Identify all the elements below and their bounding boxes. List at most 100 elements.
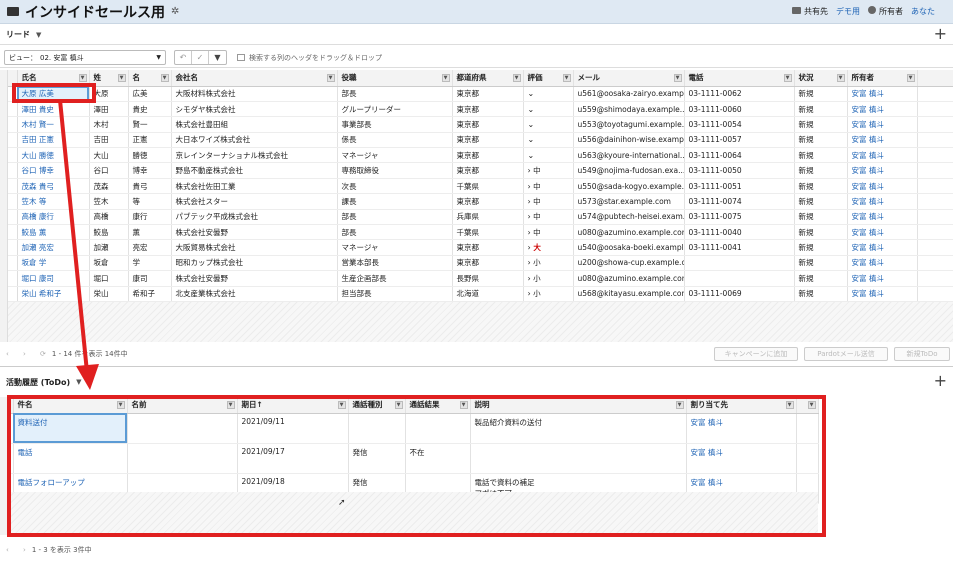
row-select-cell[interactable] [8,193,18,210]
column-header[interactable]: 名 ▼ [128,70,172,87]
owner-link[interactable]: 安富 槙斗 [847,239,918,256]
row-select-cell[interactable] [8,209,18,226]
column-header[interactable]: 役職 ▼ [337,70,453,87]
table-row[interactable]: 谷口 博幸 谷口 博幸 野島不動産株式会社 専務取締役 東京都 › 中 u549@nojima… [8,162,953,179]
lead-name-link[interactable]: 吉田 正憲 [17,132,90,149]
row-select-cell[interactable] [8,116,18,133]
owner-link[interactable]: 安富 槙斗 [847,86,918,102]
row-select-cell[interactable] [8,178,18,195]
column-header[interactable]: 都道府県 ▼ [452,70,524,87]
table-row[interactable]: 高橋 康行 高橋 康行 パブテック平成株式会社 部長 兵庫県 › 中 u574@pubtech… [8,209,953,226]
table-row[interactable]: 木村 賢一 木村 賢一 株式会社豊田組 事業部長 東京都 ⌄ u553@toyotagumi.… [8,116,953,133]
filter-icon[interactable]: ▼ [562,74,571,82]
lead-name-link[interactable]: 堀口 康司 [17,270,90,287]
table-row[interactable]: 大原 広美 大原 広美 大阪材料株式会社 部長 東京都 ⌄ u561@oosaka-zairy… [8,86,953,102]
leads-tab[interactable]: リード [6,29,30,40]
column-header[interactable]: 名前 ▼ [127,397,238,414]
owner-link[interactable]: 安富 槙斗 [847,178,918,195]
add-icon[interactable]: + [934,26,947,42]
filter-icon[interactable]: ▼ [326,74,335,82]
filter-icon[interactable]: ▼ [459,401,468,409]
filter-icon[interactable]: ▼ [160,74,169,82]
column-header[interactable]: 通話種別 ▼ [348,397,406,414]
todo-assignee-link[interactable]: 安富 槙斗 [686,443,797,474]
undo-icon[interactable]: ↶ [175,51,192,64]
filter-icon[interactable]: ▼ [785,401,794,409]
table-row[interactable]: 資料送付 2021/09/11 製品紹介資料の送付 安富 槙斗 [8,413,819,444]
filter-icon[interactable]: ▼ [117,74,126,82]
column-header[interactable]: 姓 ▼ [89,70,129,87]
todo-tab[interactable]: 活動履歴 (ToDo) [6,377,70,388]
shared-link[interactable]: デモ用 [836,6,860,17]
filter-icon[interactable]: ▼ [337,401,346,409]
lead-name-link[interactable]: 谷口 博幸 [17,162,90,179]
row-select-cell[interactable] [8,162,18,179]
filter-icon[interactable]: ▼ [807,401,816,409]
row-select-cell[interactable] [8,286,18,302]
table-row[interactable]: 鮫島 薫鮫島薫株式会社安曇野 部長 千葉県 › 中 u080@azumino.examp… [8,224,953,241]
filter-icon[interactable]: ▼ [673,74,682,82]
table-row[interactable]: 吉田 正憲 吉田 正憲 大日本ワイズ株式会社 係長 東京都 ⌄ u556@dainihon-w… [8,132,953,149]
table-row[interactable]: 加瀬 亮宏 加瀬 亮宏 大阪貿易株式会社 マネージャ 東京都 › 大 u540@oosaka-… [8,239,953,256]
filter-icon[interactable]: ▼ [78,74,87,82]
row-select-cell[interactable] [8,147,18,164]
owner-link[interactable]: 安富 槙斗 [847,132,918,149]
chevron-down-icon[interactable]: ▼ [209,51,226,64]
column-header[interactable]: 会社名 ▼ [171,70,338,87]
column-header[interactable]: 電話 ▼ [684,70,795,87]
groupby-drop-zone[interactable]: 検索する列のヘッダをドラッグ＆ドロップ [237,53,382,63]
add-to-campaign-button[interactable]: キャンペーンに追加 [714,347,798,361]
filter-icon[interactable]: ▼ [836,74,845,82]
owner-link[interactable]: 安富 槙斗 [847,162,918,179]
column-header[interactable]: 件名 ▼ [13,397,128,414]
owner-link[interactable]: 安富 槙斗 [847,101,918,118]
column-header[interactable]: 期日↑ ▼ [237,397,349,414]
lead-name-link[interactable]: 澤田 貴史 [17,101,90,118]
chevron-down-icon[interactable]: ▼ [76,378,81,386]
owner-link[interactable]: 安富 槙斗 [847,116,918,133]
owner-link[interactable]: 安富 槙斗 [847,224,918,241]
owner-link[interactable]: あなた [911,6,935,17]
filter-icon[interactable]: ▼ [675,401,684,409]
select-all-cell[interactable] [8,70,18,87]
table-row[interactable]: 堀口 康司 堀口 康司 株式会社安曇野 生産企画部長 長野県 › 小 u080@azumino… [8,270,953,287]
column-header[interactable]: 評価 ▼ [523,70,574,87]
filter-icon[interactable]: ▼ [226,401,235,409]
table-row[interactable]: 大山 勝徳 大山 勝徳 京レインターナショナル株式会社 マネージャ 東京都 ⌄ u563@ky… [8,147,953,164]
pager-nav-icons[interactable]: ‹ › [6,546,32,554]
filter-icon[interactable]: ▼ [783,74,792,82]
table-row[interactable]: 茂森 貴弓 茂森 貴弓 株式会社佐田工業 次長 千葉県 › 中 u550@sada-kogyo… [8,178,953,195]
lead-name-link[interactable]: 加瀬 亮宏 [17,239,90,256]
row-select-cell[interactable] [8,239,18,256]
check-icon[interactable]: ✓ [192,51,209,64]
table-row[interactable]: 栄山 希和子 栄山 希和子 北支産業株式会社 担当部長 北海道 › 小 u568@kitaya… [8,286,953,302]
lead-name-link[interactable]: 鮫島 薫 [17,224,90,241]
lead-name-link[interactable]: 木村 賢一 [17,116,90,133]
filter-icon[interactable]: ▼ [394,401,403,409]
lead-name-link[interactable]: 大山 勝徳 [17,147,90,164]
column-header[interactable]: メール ▼ [573,70,685,87]
row-select-cell[interactable] [8,224,18,241]
column-header[interactable]: 氏名 ▼ [17,70,90,87]
pardot-mail-button[interactable]: Pardotメール送信 [804,347,888,361]
row-select-cell[interactable] [8,270,18,287]
owner-link[interactable]: 安富 槙斗 [847,270,918,287]
table-row[interactable]: 坂倉 学坂倉学昭和カップ株式会社 営業本部長 東京都 › 小 u200@showa-cu… [8,255,953,272]
column-header[interactable]: 所有者 ▼ [847,70,918,87]
pager-nav-icons[interactable]: ‹ › ⟳ [6,350,52,358]
filter-icon[interactable]: ▼ [441,74,450,82]
row-select-cell[interactable] [8,101,18,118]
lead-name-link[interactable]: 高橋 康行 [17,209,90,226]
owner-link[interactable]: 安富 槙斗 [847,193,918,210]
table-row[interactable]: 澤田 貴史 澤田 貴史 シモダヤ株式会社 グループリーダー 東京都 ⌄ u559@shimod… [8,101,953,118]
row-select-cell[interactable] [8,86,18,102]
owner-link[interactable]: 安富 槙斗 [847,286,918,302]
owner-link[interactable]: 安富 槙斗 [847,209,918,226]
table-row[interactable]: 笠木 等笠木等株式会社スター 課長 東京都 › 中 u573@star.example.… [8,193,953,210]
column-header[interactable]: 割り当て先 ▼ [686,397,797,414]
filter-icon[interactable]: ▼ [906,74,915,82]
todo-assignee-link[interactable]: 安富 槙斗 [686,413,797,444]
owner-link[interactable]: 安富 槙斗 [847,255,918,272]
new-todo-button[interactable]: 新規ToDo [894,347,950,361]
add-icon[interactable]: + [934,373,947,389]
